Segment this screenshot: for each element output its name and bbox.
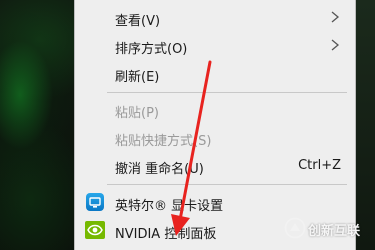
menu-item-shortcut: Ctrl+Z [298,158,341,173]
menu-item-label: NVIDIA 控制面板 [115,227,217,242]
intel-graphics-icon [86,193,104,211]
logo-icon [284,217,306,239]
menu-item-refresh[interactable]: 刷新(E) [75,62,355,86]
menu-separator [107,92,347,93]
menu-item-label: 粘贴快捷方式(S) [115,134,212,149]
menu-item-undo-rename[interactable]: 撤消 重命名(U) Ctrl+Z [75,154,355,178]
menu-item-label: 撤消 重命名(U) [115,162,204,177]
menu-item-paste[interactable]: 粘贴(P) [75,98,355,122]
desktop-background-right [355,0,375,250]
menu-item-label: 英特尔® 显卡设置 [115,199,224,214]
watermark: 创新互联 [282,215,372,241]
menu-item-view[interactable]: 查看(V) [75,6,355,30]
menu-item-label: 刷新(E) [115,70,160,85]
chevron-right-icon [331,11,340,23]
chevron-right-icon [331,39,340,51]
menu-item-label: 排序方式(O) [115,42,188,57]
menu-item-label: 粘贴(P) [115,106,159,121]
context-menu: 查看(V) 排序方式(O) 刷新(E) 粘贴(P) 粘贴快捷方式(S) 撤消 重… [74,0,356,250]
menu-item-sort-by[interactable]: 排序方式(O) [75,34,355,58]
menu-item-label: 查看(V) [115,14,161,29]
menu-separator [107,184,347,185]
menu-item-intel-graphics-settings[interactable]: 英特尔® 显卡设置 [75,191,355,215]
menu-item-paste-shortcut[interactable]: 粘贴快捷方式(S) [75,126,355,150]
watermark-text: 创新互联 [308,224,361,239]
nvidia-icon [85,221,105,239]
